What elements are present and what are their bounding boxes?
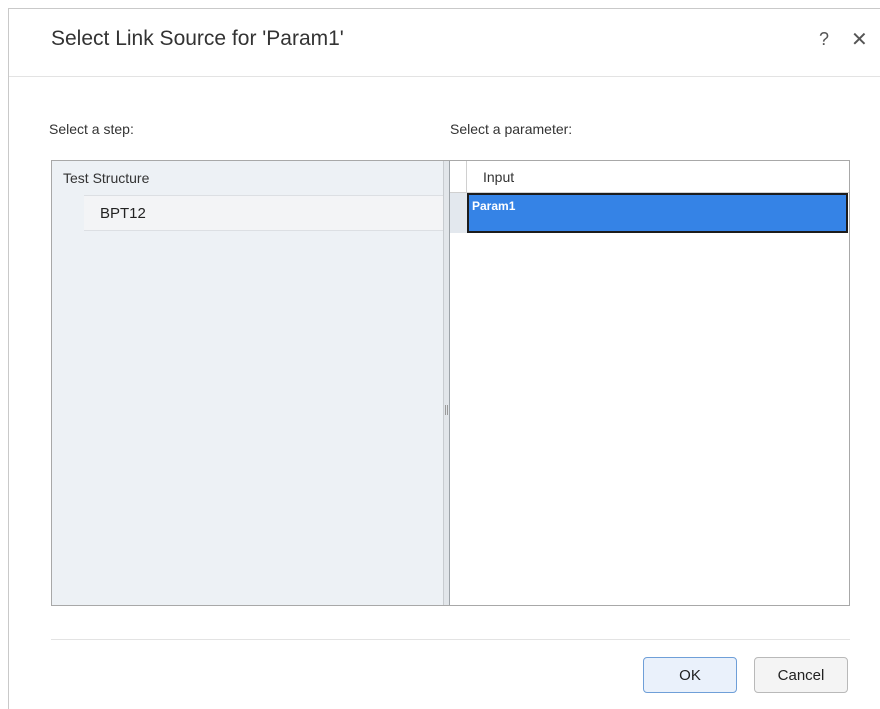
grid-header-gutter [450,161,467,192]
ok-button[interactable]: OK [643,657,737,693]
step-panel-label: Select a step: [49,121,134,137]
close-icon[interactable]: ✕ [851,27,868,52]
tree-item-label: BPT12 [100,205,146,222]
table-cell-param1: Param1 [472,199,516,213]
footer-divider [51,639,850,640]
selection-panes: Test Structure BPT12 Input Param1 [51,160,850,606]
row-selector[interactable] [450,193,467,233]
select-link-source-dialog: Select Link Source for 'Param1' ? ✕ Sele… [8,8,880,709]
tree-item-bpt12[interactable]: BPT12 [84,195,443,231]
dialog-title: Select Link Source for 'Param1' [51,27,344,50]
table-row[interactable]: Param1 [467,193,848,233]
cancel-button[interactable]: Cancel [754,657,848,693]
help-icon[interactable]: ? [819,29,829,50]
column-header-input[interactable]: Input [483,169,514,185]
step-tree: Test Structure BPT12 [52,161,443,605]
parameter-grid: Input Param1 [450,161,849,605]
tree-root-test-structure[interactable]: Test Structure [63,170,149,186]
splitter-grip-icon[interactable] [445,405,448,415]
dialog-title-bar: Select Link Source for 'Param1' ? ✕ [9,9,880,77]
grid-header: Input [450,161,849,193]
pane-splitter[interactable] [443,161,450,605]
parameter-panel-label: Select a parameter: [450,121,573,137]
